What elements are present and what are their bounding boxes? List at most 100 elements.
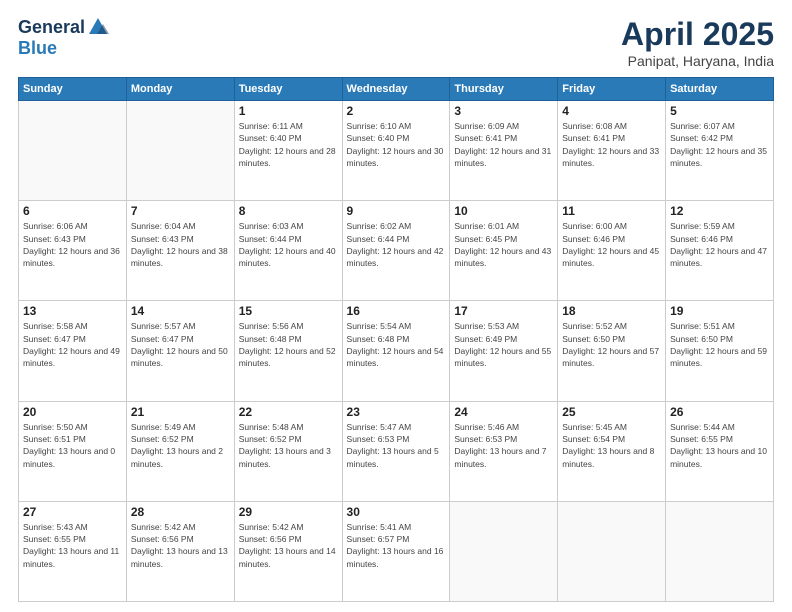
header-sunday: Sunday xyxy=(19,78,127,101)
day-detail: Sunrise: 5:45 AMSunset: 6:54 PMDaylight:… xyxy=(562,421,661,470)
day-number: 18 xyxy=(562,304,661,318)
table-row: 29 Sunrise: 5:42 AMSunset: 6:56 PMDaylig… xyxy=(234,501,342,601)
table-row: 11 Sunrise: 6:00 AMSunset: 6:46 PMDaylig… xyxy=(558,201,666,301)
day-number: 6 xyxy=(23,204,122,218)
table-row: 8 Sunrise: 6:03 AMSunset: 6:44 PMDayligh… xyxy=(234,201,342,301)
day-detail: Sunrise: 5:48 AMSunset: 6:52 PMDaylight:… xyxy=(239,421,338,470)
table-row: 23 Sunrise: 5:47 AMSunset: 6:53 PMDaylig… xyxy=(342,401,450,501)
day-detail: Sunrise: 6:08 AMSunset: 6:41 PMDaylight:… xyxy=(562,120,661,169)
table-row xyxy=(126,101,234,201)
day-number: 15 xyxy=(239,304,338,318)
day-detail: Sunrise: 5:52 AMSunset: 6:50 PMDaylight:… xyxy=(562,320,661,369)
day-number: 9 xyxy=(347,204,446,218)
header-friday: Friday xyxy=(558,78,666,101)
day-detail: Sunrise: 5:50 AMSunset: 6:51 PMDaylight:… xyxy=(23,421,122,470)
day-number: 5 xyxy=(670,104,769,118)
day-number: 21 xyxy=(131,405,230,419)
header-thursday: Thursday xyxy=(450,78,558,101)
day-detail: Sunrise: 6:11 AMSunset: 6:40 PMDaylight:… xyxy=(239,120,338,169)
table-row: 4 Sunrise: 6:08 AMSunset: 6:41 PMDayligh… xyxy=(558,101,666,201)
day-number: 26 xyxy=(670,405,769,419)
table-row: 3 Sunrise: 6:09 AMSunset: 6:41 PMDayligh… xyxy=(450,101,558,201)
day-detail: Sunrise: 5:43 AMSunset: 6:55 PMDaylight:… xyxy=(23,521,122,570)
header-wednesday: Wednesday xyxy=(342,78,450,101)
day-detail: Sunrise: 5:54 AMSunset: 6:48 PMDaylight:… xyxy=(347,320,446,369)
table-row: 14 Sunrise: 5:57 AMSunset: 6:47 PMDaylig… xyxy=(126,301,234,401)
day-number: 16 xyxy=(347,304,446,318)
day-detail: Sunrise: 6:10 AMSunset: 6:40 PMDaylight:… xyxy=(347,120,446,169)
table-row: 20 Sunrise: 5:50 AMSunset: 6:51 PMDaylig… xyxy=(19,401,127,501)
day-number: 11 xyxy=(562,204,661,218)
day-detail: Sunrise: 6:04 AMSunset: 6:43 PMDaylight:… xyxy=(131,220,230,269)
day-number: 28 xyxy=(131,505,230,519)
logo-icon xyxy=(87,16,109,38)
page: General Blue April 2025 Panipat, Haryana… xyxy=(0,0,792,612)
day-number: 23 xyxy=(347,405,446,419)
day-number: 25 xyxy=(562,405,661,419)
day-detail: Sunrise: 5:41 AMSunset: 6:57 PMDaylight:… xyxy=(347,521,446,570)
table-row: 12 Sunrise: 5:59 AMSunset: 6:46 PMDaylig… xyxy=(666,201,774,301)
table-row: 24 Sunrise: 5:46 AMSunset: 6:53 PMDaylig… xyxy=(450,401,558,501)
table-row: 22 Sunrise: 5:48 AMSunset: 6:52 PMDaylig… xyxy=(234,401,342,501)
day-detail: Sunrise: 5:51 AMSunset: 6:50 PMDaylight:… xyxy=(670,320,769,369)
day-number: 12 xyxy=(670,204,769,218)
table-row: 17 Sunrise: 5:53 AMSunset: 6:49 PMDaylig… xyxy=(450,301,558,401)
day-detail: Sunrise: 6:06 AMSunset: 6:43 PMDaylight:… xyxy=(23,220,122,269)
table-row xyxy=(19,101,127,201)
day-detail: Sunrise: 5:42 AMSunset: 6:56 PMDaylight:… xyxy=(239,521,338,570)
table-row xyxy=(666,501,774,601)
day-detail: Sunrise: 5:47 AMSunset: 6:53 PMDaylight:… xyxy=(347,421,446,470)
day-detail: Sunrise: 6:09 AMSunset: 6:41 PMDaylight:… xyxy=(454,120,553,169)
table-row: 30 Sunrise: 5:41 AMSunset: 6:57 PMDaylig… xyxy=(342,501,450,601)
table-row: 27 Sunrise: 5:43 AMSunset: 6:55 PMDaylig… xyxy=(19,501,127,601)
header-monday: Monday xyxy=(126,78,234,101)
table-row: 19 Sunrise: 5:51 AMSunset: 6:50 PMDaylig… xyxy=(666,301,774,401)
table-row: 28 Sunrise: 5:42 AMSunset: 6:56 PMDaylig… xyxy=(126,501,234,601)
title-block: April 2025 Panipat, Haryana, India xyxy=(621,16,774,69)
day-number: 30 xyxy=(347,505,446,519)
day-detail: Sunrise: 6:00 AMSunset: 6:46 PMDaylight:… xyxy=(562,220,661,269)
day-detail: Sunrise: 6:03 AMSunset: 6:44 PMDaylight:… xyxy=(239,220,338,269)
day-number: 3 xyxy=(454,104,553,118)
day-detail: Sunrise: 6:02 AMSunset: 6:44 PMDaylight:… xyxy=(347,220,446,269)
day-number: 4 xyxy=(562,104,661,118)
day-number: 19 xyxy=(670,304,769,318)
day-detail: Sunrise: 5:49 AMSunset: 6:52 PMDaylight:… xyxy=(131,421,230,470)
day-detail: Sunrise: 5:44 AMSunset: 6:55 PMDaylight:… xyxy=(670,421,769,470)
day-detail: Sunrise: 5:53 AMSunset: 6:49 PMDaylight:… xyxy=(454,320,553,369)
table-row: 5 Sunrise: 6:07 AMSunset: 6:42 PMDayligh… xyxy=(666,101,774,201)
header-saturday: Saturday xyxy=(666,78,774,101)
table-row: 21 Sunrise: 5:49 AMSunset: 6:52 PMDaylig… xyxy=(126,401,234,501)
day-number: 27 xyxy=(23,505,122,519)
title-location: Panipat, Haryana, India xyxy=(621,53,774,69)
day-number: 22 xyxy=(239,405,338,419)
table-row: 7 Sunrise: 6:04 AMSunset: 6:43 PMDayligh… xyxy=(126,201,234,301)
day-detail: Sunrise: 5:42 AMSunset: 6:56 PMDaylight:… xyxy=(131,521,230,570)
header: General Blue April 2025 Panipat, Haryana… xyxy=(18,16,774,69)
calendar-table: Sunday Monday Tuesday Wednesday Thursday… xyxy=(18,77,774,602)
day-number: 14 xyxy=(131,304,230,318)
day-detail: Sunrise: 6:07 AMSunset: 6:42 PMDaylight:… xyxy=(670,120,769,169)
table-row: 25 Sunrise: 5:45 AMSunset: 6:54 PMDaylig… xyxy=(558,401,666,501)
day-number: 20 xyxy=(23,405,122,419)
table-row: 1 Sunrise: 6:11 AMSunset: 6:40 PMDayligh… xyxy=(234,101,342,201)
table-row: 13 Sunrise: 5:58 AMSunset: 6:47 PMDaylig… xyxy=(19,301,127,401)
day-detail: Sunrise: 5:57 AMSunset: 6:47 PMDaylight:… xyxy=(131,320,230,369)
logo: General Blue xyxy=(18,16,109,59)
day-number: 13 xyxy=(23,304,122,318)
table-row: 9 Sunrise: 6:02 AMSunset: 6:44 PMDayligh… xyxy=(342,201,450,301)
table-row: 15 Sunrise: 5:56 AMSunset: 6:48 PMDaylig… xyxy=(234,301,342,401)
title-month: April 2025 xyxy=(621,16,774,53)
day-number: 29 xyxy=(239,505,338,519)
table-row: 18 Sunrise: 5:52 AMSunset: 6:50 PMDaylig… xyxy=(558,301,666,401)
day-number: 7 xyxy=(131,204,230,218)
day-number: 8 xyxy=(239,204,338,218)
logo-general-text: General xyxy=(18,17,85,38)
table-row: 26 Sunrise: 5:44 AMSunset: 6:55 PMDaylig… xyxy=(666,401,774,501)
day-number: 1 xyxy=(239,104,338,118)
day-number: 24 xyxy=(454,405,553,419)
logo-blue-text: Blue xyxy=(18,38,57,58)
header-tuesday: Tuesday xyxy=(234,78,342,101)
day-detail: Sunrise: 6:01 AMSunset: 6:45 PMDaylight:… xyxy=(454,220,553,269)
table-row xyxy=(558,501,666,601)
